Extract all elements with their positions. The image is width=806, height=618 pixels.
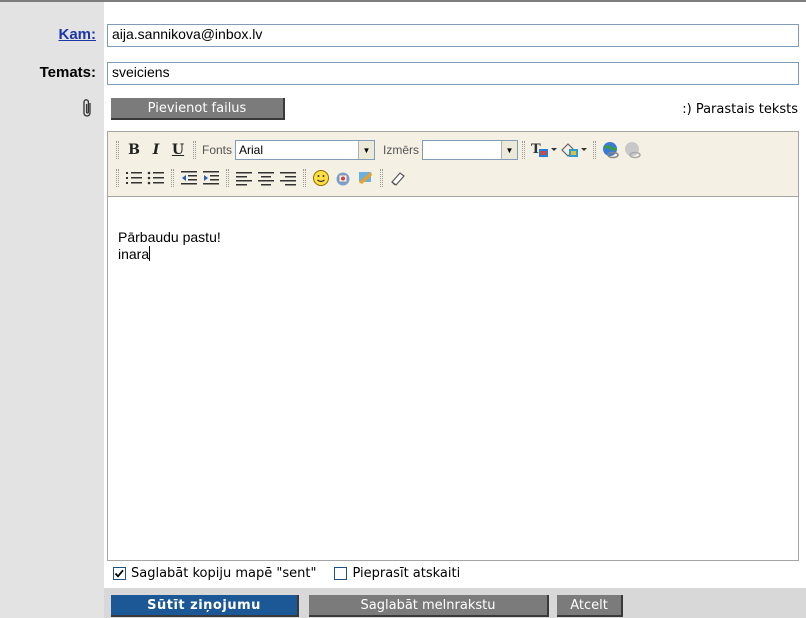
size-label: Izmērs <box>383 143 420 157</box>
toolbar-separator <box>116 169 119 187</box>
smiley-icon[interactable] <box>310 167 332 189</box>
plain-text-link[interactable]: :) Parastais teksts <box>682 102 798 117</box>
toolbar-separator <box>171 169 174 187</box>
remove-link-icon[interactable] <box>622 139 644 161</box>
text-caret <box>149 246 151 261</box>
bullet-list-icon[interactable] <box>145 167 167 189</box>
bold-button[interactable]: B <box>123 139 145 161</box>
toolbar-separator <box>522 141 526 159</box>
font-label: Fonts <box>202 143 233 157</box>
subject-field[interactable]: sveiciens <box>107 62 799 85</box>
save-copy-checkbox[interactable] <box>113 567 126 580</box>
toolbar-row-2 <box>112 165 409 191</box>
toolbar-separator <box>380 169 383 187</box>
toolbar-separator <box>193 141 196 159</box>
italic-button[interactable]: I <box>145 139 167 161</box>
insert-image-icon[interactable] <box>332 167 354 189</box>
insert-special-icon[interactable] <box>354 167 376 189</box>
side-strip <box>0 0 104 618</box>
text-color-icon[interactable]: T <box>529 139 559 161</box>
top-divider <box>0 0 806 2</box>
font-select-value: Arial <box>239 143 264 157</box>
message-line-2: inara <box>118 246 221 263</box>
underline-button[interactable]: U <box>167 139 189 161</box>
eraser-icon[interactable] <box>387 167 409 189</box>
message-line-1: Pārbaudu pastu! <box>118 229 221 245</box>
outdent-icon[interactable] <box>178 167 200 189</box>
message-line-2-text: inara <box>118 246 150 262</box>
to-field[interactable]: aija.sannikova@inbox.lv <box>107 24 799 47</box>
toolbar-row-1: B I U Fonts Arial ▼ Izmērs ▼ T <box>112 137 644 163</box>
chevron-down-icon[interactable]: ▼ <box>358 141 375 159</box>
insert-link-icon[interactable] <box>600 139 622 161</box>
toolbar-separator <box>116 141 119 159</box>
read-receipt-checkbox[interactable] <box>334 567 348 580</box>
message-editor: B I U Fonts Arial ▼ Izmērs ▼ T Pārbaudu … <box>107 131 799 561</box>
toolbar-separator <box>226 169 229 187</box>
checkmark-icon <box>114 569 124 578</box>
cancel-button[interactable]: Atcelt <box>557 595 623 617</box>
message-body[interactable]: Pārbaudu pastu! inara <box>118 229 221 263</box>
align-left-icon[interactable] <box>233 167 255 189</box>
indent-icon[interactable] <box>200 167 222 189</box>
to-label-link[interactable]: Kam: <box>0 26 96 43</box>
align-right-icon[interactable] <box>277 167 299 189</box>
attach-files-button[interactable]: Pievienot failus <box>111 98 285 120</box>
send-button[interactable]: Sūtīt ziņojumu <box>111 595 299 617</box>
toolbar-separator <box>303 169 306 187</box>
background-color-icon[interactable] <box>559 139 589 161</box>
font-select[interactable]: Arial ▼ <box>235 140 376 160</box>
send-options: Saglabāt kopiju mapē "sent" Pieprasīt at… <box>113 566 460 581</box>
save-copy-label: Saglabāt kopiju mapē "sent" <box>131 566 317 581</box>
editor-toolbar: B I U Fonts Arial ▼ Izmērs ▼ T <box>108 132 798 197</box>
subject-label: Temats: <box>39 64 96 81</box>
align-center-icon[interactable] <box>255 167 277 189</box>
chevron-down-icon[interactable]: ▼ <box>501 141 518 159</box>
numbered-list-icon[interactable] <box>123 167 145 189</box>
paperclip-icon <box>83 99 91 117</box>
toolbar-separator <box>593 141 597 159</box>
read-receipt-label: Pieprasīt atskaiti <box>352 566 461 581</box>
size-select[interactable]: ▼ <box>422 140 519 160</box>
save-draft-button[interactable]: Saglabāt melnrakstu <box>309 595 549 617</box>
